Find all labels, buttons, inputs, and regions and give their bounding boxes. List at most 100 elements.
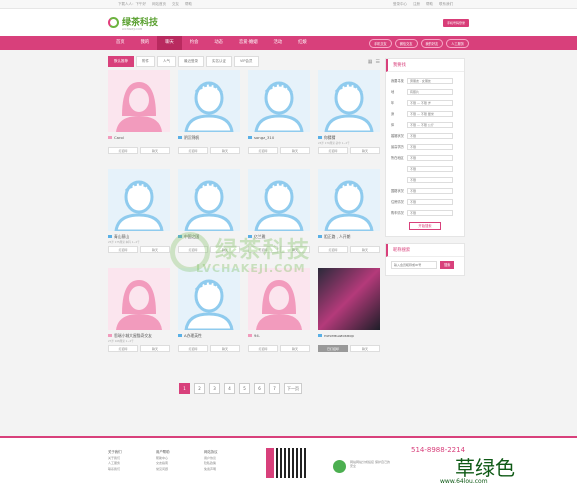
list-view-icon[interactable]: ☰	[376, 59, 380, 65]
member-photo[interactable]	[248, 268, 310, 330]
chat-button[interactable]: 聊天	[140, 246, 170, 253]
topbar-link[interactable]: 交友	[172, 2, 179, 6]
member-name[interactable]: 94.	[254, 333, 260, 338]
greet-button[interactable]: 打招呼	[178, 147, 208, 154]
footer-link[interactable]: 交友指南	[156, 461, 170, 467]
member-photo[interactable]	[178, 268, 240, 330]
site-logo[interactable]: 绿茶科技 LVCHAKEJI.COM	[108, 15, 158, 31]
chat-button[interactable]: 聊天	[350, 345, 380, 352]
nav-item[interactable]: 动态	[206, 36, 231, 50]
topbar-link[interactable]: 网站首页	[152, 2, 166, 6]
nav-pill-button[interactable]: 我的好友	[420, 38, 444, 48]
filter-select[interactable]: 不限	[407, 165, 453, 172]
member-name[interactable]: Carol	[114, 135, 124, 140]
nickname-search-button[interactable]: 搜索	[440, 261, 455, 269]
mobile-login-button[interactable]: 手机号码登录	[442, 18, 469, 27]
member-card[interactable]: ничемшиоквор 已打招呼 聊天	[318, 268, 380, 352]
topbar-link[interactable]: 登录中心	[393, 2, 407, 6]
sort-tab[interactable]: VIP会员	[234, 56, 259, 67]
member-photo[interactable]	[108, 268, 170, 330]
member-card[interactable]: 思瑞小城大屋猫奇交友 27岁 168厘米 1~2千 打招呼 聊天	[108, 268, 170, 352]
nav-pill-button[interactable]: 微信交友	[394, 38, 418, 48]
filter-select[interactable]: 不限 — 不限 公斤	[407, 121, 453, 128]
greet-button[interactable]: 打招呼	[318, 147, 348, 154]
member-photo[interactable]	[248, 70, 310, 132]
greet-button[interactable]: 打招呼	[318, 246, 348, 253]
filter-select[interactable]: 不限	[407, 187, 453, 194]
member-photo[interactable]	[178, 70, 240, 132]
filter-select[interactable]: 有照片	[407, 88, 453, 95]
member-photo[interactable]	[108, 169, 170, 231]
footer-link[interactable]: 隐私政策	[204, 461, 218, 467]
greet-button[interactable]: 打招呼	[248, 147, 278, 154]
member-card[interactable]: 阴沉锦帆打招呼 聊天	[178, 70, 240, 154]
nav-item[interactable]: 恋爱·婚姻	[231, 36, 266, 50]
page-link[interactable]: 1	[179, 383, 190, 394]
page-link[interactable]: 5	[239, 383, 250, 394]
chat-button[interactable]: 聊天	[210, 345, 240, 352]
chat-button[interactable]: 聊天	[280, 147, 310, 154]
filter-select[interactable]: 不限	[407, 176, 453, 183]
greet-button[interactable]: 打招呼	[108, 246, 138, 253]
grid-view-icon[interactable]: ▦	[368, 59, 373, 65]
topbar-link[interactable]: 下载人人：下午好	[118, 2, 146, 6]
nav-item[interactable]: 我的	[133, 36, 158, 50]
page-link[interactable]: 4	[224, 383, 235, 394]
nickname-search-input[interactable]	[391, 261, 437, 269]
nav-item[interactable]: 红娘	[290, 36, 315, 50]
chat-button[interactable]: 聊天	[350, 147, 380, 154]
nav-item[interactable]: 约会	[182, 36, 207, 50]
member-card[interactable]: 你猜猜 23岁 170厘米 初中 1~2千 打招呼 聊天	[318, 70, 380, 154]
topbar-link[interactable]: 帮助	[185, 2, 192, 6]
sort-tab[interactable]: 人气	[157, 56, 176, 67]
sort-tab[interactable]: 最近登录	[178, 56, 204, 67]
chat-button[interactable]: 聊天	[280, 345, 310, 352]
member-card[interactable]: Carol 打招呼 聊天	[108, 70, 170, 154]
member-name[interactable]: A办理英性	[184, 333, 202, 339]
member-photo[interactable]	[248, 169, 310, 231]
filter-select[interactable]: 不限 — 不限 岁	[407, 99, 453, 106]
greet-button[interactable]: 打招呼	[108, 345, 138, 352]
greet-button[interactable]: 打招呼	[178, 345, 208, 352]
page-link[interactable]: 6	[254, 383, 265, 394]
chat-button[interactable]: 聊天	[140, 147, 170, 154]
member-name[interactable]: 思瑞小城大屋猫奇交友	[114, 333, 152, 339]
member-photo[interactable]	[318, 268, 380, 330]
topbar-link[interactable]: 帮助	[426, 2, 433, 6]
page-link[interactable]: 3	[209, 383, 220, 394]
greet-button[interactable]: 打招呼	[248, 345, 278, 352]
sort-tab[interactable]: 附件	[136, 56, 155, 67]
topbar-link[interactable]: 注册	[413, 2, 420, 6]
member-card[interactable]: songz_310 打招呼 聊天	[248, 70, 310, 154]
member-name[interactable]: 你猜猜	[324, 135, 335, 141]
nav-pill-button[interactable]: 手机交友	[369, 38, 392, 48]
nav-item[interactable]: 首页	[108, 36, 133, 50]
filter-select[interactable]: 不限	[407, 209, 453, 216]
member-card[interactable]: A办理英性打招呼 聊天	[178, 268, 240, 352]
page-link[interactable]: 下一页	[284, 383, 302, 394]
footer-link[interactable]: 联系我们	[108, 467, 122, 473]
greet-button[interactable]: 打招呼	[108, 147, 138, 154]
filter-select[interactable]: 男朋友 · 女朋友	[407, 77, 453, 84]
member-photo[interactable]	[178, 169, 240, 231]
nav-item[interactable]: 活动	[266, 36, 291, 50]
member-name[interactable]: 阴沉锦帆	[184, 135, 199, 141]
filter-select[interactable]: 不限 — 不限 厘米	[407, 110, 453, 117]
footer-link[interactable]: 常见问题	[156, 467, 170, 473]
filter-select[interactable]: 不限	[407, 154, 453, 161]
member-card[interactable]: 阻正路 , 人开朗打招呼 聊天	[318, 169, 380, 253]
start-search-button[interactable]: 开始搜索	[409, 222, 441, 230]
chat-button[interactable]: 聊天	[210, 147, 240, 154]
member-name[interactable]: 阻正路 , 人开朗	[324, 234, 350, 240]
member-photo[interactable]	[108, 70, 170, 132]
nav-pill-button[interactable]: 人工服务	[446, 38, 469, 48]
filter-select[interactable]: 不限	[407, 132, 453, 139]
footer-link[interactable]: 人工服务	[108, 461, 122, 467]
footer-link[interactable]: 免责声明	[204, 467, 218, 473]
topbar-link[interactable]: 联系我们	[439, 2, 453, 6]
page-link[interactable]: 7	[269, 383, 280, 394]
greet-button[interactable]: 已打招呼	[318, 345, 348, 352]
sort-tab[interactable]: 默认推荐	[108, 56, 134, 67]
chat-button[interactable]: 聊天	[350, 246, 380, 253]
member-name[interactable]: 青山蔡山	[114, 234, 129, 240]
